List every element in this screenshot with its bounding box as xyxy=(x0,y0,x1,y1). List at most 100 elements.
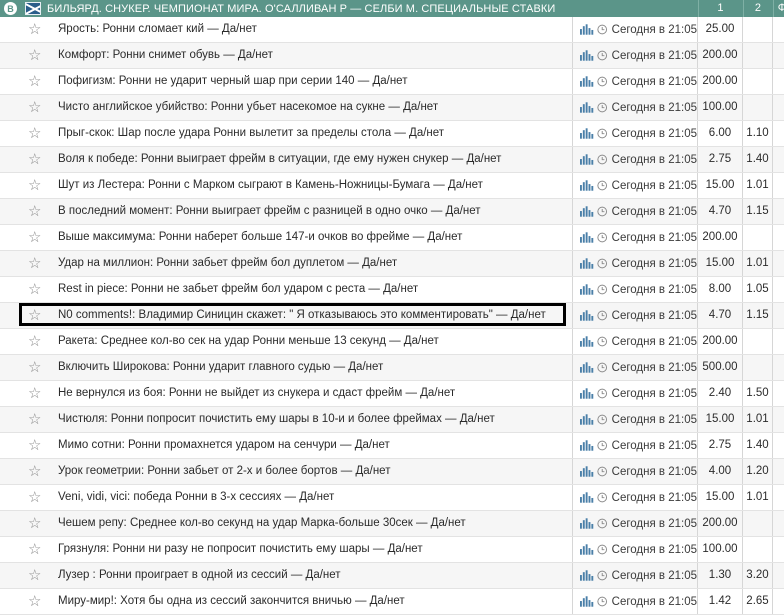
bet-title[interactable]: Урок геометрии: Ронни забьет от 2-х и бо… xyxy=(58,459,390,484)
bet-row[interactable]: ☆ N0 comments!: Владимир Синицин скажет: … xyxy=(0,303,784,329)
bet-row[interactable]: ☆ Veni, vidi, vici: победа Ронни в 3-х се… xyxy=(0,485,784,511)
bet-row[interactable]: ☆ Чешем репу: Среднее кол-во секунд на уд… xyxy=(0,511,784,537)
stats-icon[interactable] xyxy=(580,24,594,35)
odds-no[interactable]: 1.15 xyxy=(743,199,773,224)
bet-title[interactable]: Грязнуля: Ронни ни разу не попросит почи… xyxy=(58,537,423,562)
bet-row[interactable]: ☆ Пофигизм: Ронни не ударит черный шар пр… xyxy=(0,69,784,95)
stats-icon[interactable] xyxy=(580,362,594,373)
odds-no[interactable] xyxy=(743,511,773,536)
stats-icon[interactable] xyxy=(580,284,594,295)
bet-row[interactable]: ☆ Мимо сотни: Ронни промахнется ударом на… xyxy=(0,433,784,459)
bet-title[interactable]: Rest in piece: Ронни не забьет фрейм бол… xyxy=(58,277,418,302)
stats-icon[interactable] xyxy=(580,414,594,425)
star-icon[interactable]: ☆ xyxy=(28,307,41,324)
odds-no[interactable]: 1.01 xyxy=(743,251,773,276)
star-icon[interactable]: ☆ xyxy=(28,463,41,480)
odds-yes[interactable]: 100.00 xyxy=(698,95,743,120)
bet-title[interactable]: N0 comments!: Владимир Синицин скажет: "… xyxy=(58,303,546,328)
bet-row[interactable]: ☆ Урок геометрии: Ронни забьет от 2-х и б… xyxy=(0,459,784,485)
odds-no[interactable] xyxy=(743,17,773,42)
odds-yes[interactable]: 200.00 xyxy=(698,225,743,250)
stats-icon[interactable] xyxy=(580,206,594,217)
stats-icon[interactable] xyxy=(580,544,594,555)
odds-yes[interactable]: 15.00 xyxy=(698,407,743,432)
odds-yes[interactable]: 1.42 xyxy=(698,589,743,614)
stats-icon[interactable] xyxy=(580,180,594,191)
bet-row[interactable]: ☆ Включить Широкова: Ронни ударит главног… xyxy=(0,355,784,381)
odds-yes[interactable]: 6.00 xyxy=(698,121,743,146)
bet-row[interactable]: ☆ Грязнуля: Ронни ни разу не попросит поч… xyxy=(0,537,784,563)
odds-no[interactable]: 1.10 xyxy=(743,121,773,146)
odds-yes[interactable]: 200.00 xyxy=(698,69,743,94)
stats-icon[interactable] xyxy=(580,466,594,477)
odds-no[interactable] xyxy=(743,225,773,250)
bet-row[interactable]: ☆ Удар на миллион: Ронни забьет фрейм бол… xyxy=(0,251,784,277)
bet-row[interactable]: ☆ Чистюля: Ронни попросит почистить ему ш… xyxy=(0,407,784,433)
bet-title[interactable]: Миру-мир!: Хотя бы одна из сессий законч… xyxy=(58,589,405,614)
bet-row[interactable]: ☆ Миру-мир!: Хотя бы одна из сессий закон… xyxy=(0,589,784,615)
bet-row[interactable]: ☆ Воля к победе: Ронни выиграет фрейм в с… xyxy=(0,147,784,173)
bet-title[interactable]: Мимо сотни: Ронни промахнется ударом на … xyxy=(58,433,390,458)
odds-no[interactable]: 1.05 xyxy=(743,277,773,302)
star-icon[interactable]: ☆ xyxy=(28,411,41,428)
bet-title[interactable]: Чистюля: Ронни попросит почистить ему ша… xyxy=(58,407,495,432)
bet-title[interactable]: В последний момент: Ронни выиграет фрейм… xyxy=(58,199,481,224)
stats-icon[interactable] xyxy=(580,258,594,269)
odds-yes[interactable]: 200.00 xyxy=(698,511,743,536)
star-icon[interactable]: ☆ xyxy=(28,73,41,90)
bet-title[interactable]: Выше максимума: Ронни наберет больше 147… xyxy=(58,225,462,250)
bet-title[interactable]: Ракета: Среднее кол-во сек на удар Ронни… xyxy=(58,329,439,354)
bet-title[interactable]: Комфорт: Ронни снимет обувь — Да/нет xyxy=(58,43,273,68)
odds-no[interactable]: 1.15 xyxy=(743,303,773,328)
odds-no[interactable]: 3.20 xyxy=(743,563,773,588)
odds-yes[interactable]: 15.00 xyxy=(698,173,743,198)
bet-title[interactable]: Не вернулся из боя: Ронни не выйдет из с… xyxy=(58,381,455,406)
bet-row[interactable]: ☆ В последний момент: Ронни выиграет фрей… xyxy=(0,199,784,225)
star-icon[interactable]: ☆ xyxy=(28,567,41,584)
bet-title[interactable]: Прыг-скок: Шар после удара Ронни вылетит… xyxy=(58,121,444,146)
star-icon[interactable]: ☆ xyxy=(28,333,41,350)
odds-no[interactable] xyxy=(743,95,773,120)
stats-icon[interactable] xyxy=(580,50,594,61)
odds-no[interactable] xyxy=(743,355,773,380)
bet-row[interactable]: ☆ Комфорт: Ронни снимет обувь — Да/нет Сег… xyxy=(0,43,784,69)
stats-icon[interactable] xyxy=(580,518,594,529)
bet-row[interactable]: ☆ Чисто английское убийство: Ронни убьет … xyxy=(0,95,784,121)
bet-title[interactable]: Включить Широкова: Ронни ударит главного… xyxy=(58,355,383,380)
bet-row[interactable]: ☆ Ярость: Ронни сломает кий — Да/нет Сегод… xyxy=(0,17,784,43)
stats-icon[interactable] xyxy=(580,310,594,321)
bet-row[interactable]: ☆ Rest in piece: Ронни не забьет фрейм бо… xyxy=(0,277,784,303)
star-icon[interactable]: ☆ xyxy=(28,541,41,558)
odds-no[interactable]: 1.01 xyxy=(743,485,773,510)
column-header-2[interactable]: 2 xyxy=(743,0,773,17)
bet-row[interactable]: ☆ Выше максимума: Ронни наберет больше 14… xyxy=(0,225,784,251)
odds-yes[interactable]: 1.30 xyxy=(698,563,743,588)
odds-no[interactable] xyxy=(743,329,773,354)
stats-icon[interactable] xyxy=(580,76,594,87)
odds-no[interactable]: 1.01 xyxy=(743,407,773,432)
odds-no[interactable]: 1.40 xyxy=(743,433,773,458)
stats-icon[interactable] xyxy=(580,128,594,139)
odds-no[interactable]: 1.01 xyxy=(743,173,773,198)
star-icon[interactable]: ☆ xyxy=(28,47,41,64)
stats-icon[interactable] xyxy=(580,440,594,451)
star-icon[interactable]: ☆ xyxy=(28,593,41,610)
stats-icon[interactable] xyxy=(580,596,594,607)
odds-yes[interactable]: 15.00 xyxy=(698,485,743,510)
odds-yes[interactable]: 2.40 xyxy=(698,381,743,406)
star-icon[interactable]: ☆ xyxy=(28,437,41,454)
odds-no[interactable] xyxy=(743,43,773,68)
bet-title[interactable]: Удар на миллион: Ронни забьет фрейм бол … xyxy=(58,251,397,276)
star-icon[interactable]: ☆ xyxy=(28,21,41,38)
stats-icon[interactable] xyxy=(580,388,594,399)
bet-title[interactable]: Чешем репу: Среднее кол-во секунд на уда… xyxy=(58,511,466,536)
odds-yes[interactable]: 8.00 xyxy=(698,277,743,302)
star-icon[interactable]: ☆ xyxy=(28,359,41,376)
odds-no[interactable]: 2.65 xyxy=(743,589,773,614)
column-header-1[interactable]: 1 xyxy=(698,0,743,17)
stats-icon[interactable] xyxy=(580,232,594,243)
stats-icon[interactable] xyxy=(580,336,594,347)
star-icon[interactable]: ☆ xyxy=(28,177,41,194)
bet-title[interactable]: Шут из Лестера: Ронни с Марком сыграют в… xyxy=(58,173,483,198)
bet-title[interactable]: Лузер : Ронни проиграет в одной из сесси… xyxy=(58,563,341,588)
